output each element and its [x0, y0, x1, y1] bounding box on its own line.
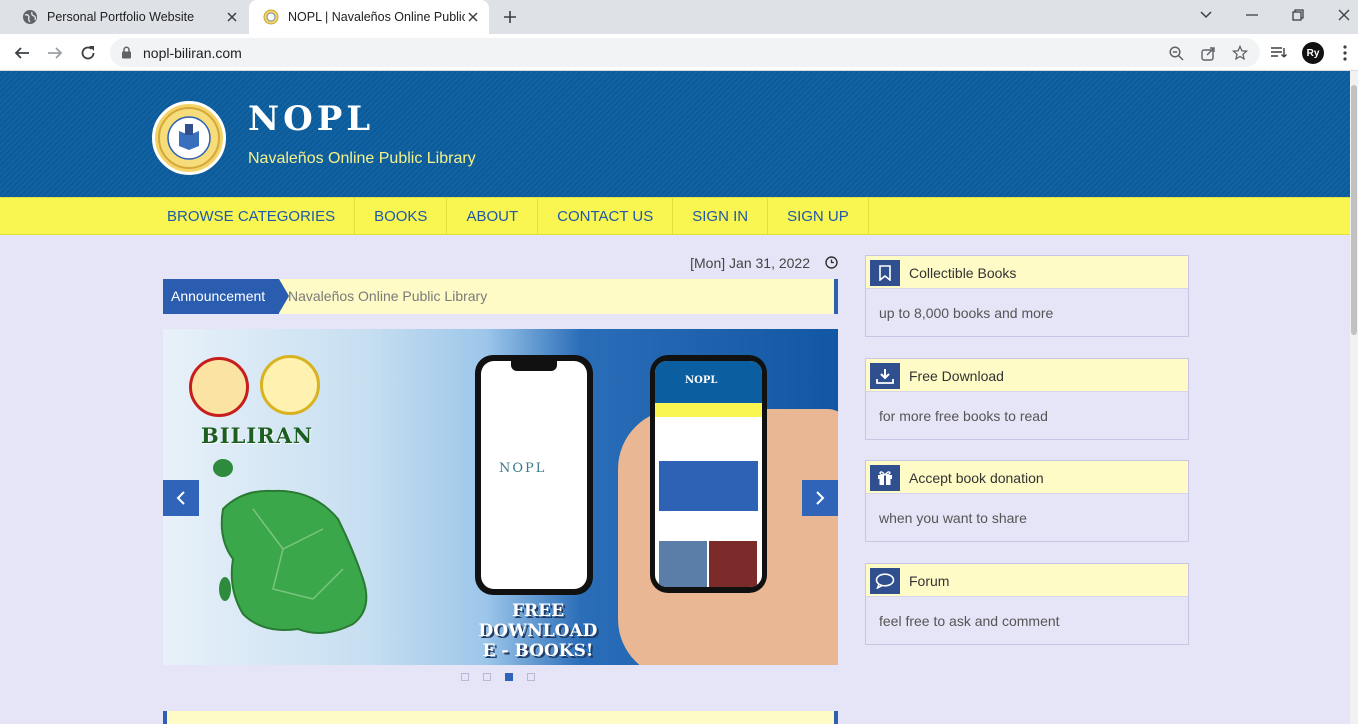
scrollbar-thumb[interactable]: [1351, 85, 1357, 335]
chat-bubble-icon: [870, 568, 900, 594]
share-icon[interactable]: [1200, 45, 1216, 61]
date-row: [Mon] Jan 31, 2022: [163, 254, 838, 274]
back-arrow-icon[interactable]: [10, 41, 34, 65]
chevron-left-icon: [176, 491, 185, 505]
nav-browse-categories[interactable]: BROWSE CATEGORIES: [157, 198, 356, 235]
slide-heading: BILIRAN: [201, 423, 314, 448]
close-tab-icon[interactable]: [465, 9, 481, 25]
slider-dots: [461, 673, 535, 681]
slider-prev-button[interactable]: [163, 480, 199, 516]
bookmark-star-icon[interactable]: [1232, 45, 1248, 61]
card-header: Accept book donation: [866, 461, 1188, 494]
image-slider[interactable]: BILIRAN NOPL NOPL FREE DOWNLOAD E - BOOK…: [163, 329, 838, 665]
close-tab-icon[interactable]: [224, 9, 240, 25]
phone-book-cover: [659, 541, 707, 587]
province-of-biliran-seal-icon: [189, 357, 249, 417]
tab-title: Personal Portfolio Website: [47, 10, 195, 24]
phone-banner: [659, 461, 758, 511]
gift-icon: [870, 465, 900, 491]
restore-icon[interactable]: [1285, 4, 1311, 26]
announcement-label: Announcement: [163, 279, 289, 314]
phone-site-title: NOPL: [655, 361, 762, 403]
slider-dot[interactable]: [461, 673, 469, 681]
announcement-text[interactable]: Navaleños Online Public Library: [288, 279, 487, 314]
slide-caption: FREE DOWNLOAD E - BOOKS!: [453, 601, 623, 661]
close-window-icon[interactable]: [1331, 4, 1357, 26]
browser-tab-strip: Personal Portfolio Website NOPL | Navale…: [0, 0, 1358, 34]
slider-dot-active[interactable]: [505, 673, 513, 681]
phone-screen: NOPL: [655, 361, 762, 587]
kebab-menu-icon[interactable]: [1336, 44, 1354, 62]
nav-books[interactable]: BOOKS: [355, 198, 448, 235]
nopl-seal-icon: [263, 9, 279, 25]
nopl-seal-icon: [158, 107, 220, 169]
nopl-logo[interactable]: [152, 101, 226, 175]
card-header: Collectible Books: [866, 256, 1188, 289]
tab-title: NOPL | Navaleños Online Public Library: [288, 10, 465, 24]
current-date: [Mon] Jan 31, 2022: [690, 255, 810, 271]
main-nav: BROWSE CATEGORIES BOOKS ABOUT CONTACT US…: [0, 197, 1350, 235]
phone-notch: [511, 361, 557, 371]
tab-search-chevron-down-icon[interactable]: [1193, 4, 1219, 26]
phone-screen: NOPL: [481, 361, 587, 589]
slider-dot[interactable]: [483, 673, 491, 681]
omnibox[interactable]: nopl-biliran.com: [110, 38, 1260, 67]
slider-next-button[interactable]: [802, 480, 838, 516]
card-header: Forum: [866, 564, 1188, 597]
card-accept-book-donation[interactable]: Accept book donation when you want to sh…: [865, 460, 1189, 542]
url-text: nopl-biliran.com: [143, 45, 242, 61]
phone-mockup-left: NOPL: [475, 355, 593, 595]
nav-sign-up[interactable]: SIGN UP: [768, 198, 869, 235]
profile-avatar[interactable]: Ry: [1302, 42, 1324, 64]
card-title: Accept book donation: [909, 470, 1044, 486]
phone-nav: [655, 403, 762, 417]
globe-icon: [22, 9, 38, 25]
card-description: feel free to ask and comment: [879, 613, 1060, 629]
card-description: up to 8,000 books and more: [879, 305, 1054, 321]
nav-contact-us[interactable]: CONTACT US: [538, 198, 674, 235]
card-description: for more free books to read: [879, 408, 1048, 424]
nav-about[interactable]: ABOUT: [447, 198, 539, 235]
municipality-of-naval-seal-icon: [260, 355, 320, 415]
biliran-map-icon: [213, 459, 368, 634]
announcement-bar: Announcement Navaleños Online Public Lib…: [163, 279, 838, 314]
tab-nopl[interactable]: NOPL | Navaleños Online Public Library: [249, 0, 489, 34]
lock-icon[interactable]: [121, 46, 132, 64]
card-forum[interactable]: Forum feel free to ask and comment: [865, 563, 1189, 645]
card-title: Forum: [909, 573, 950, 589]
tab-personal-portfolio[interactable]: Personal Portfolio Website: [8, 0, 248, 34]
page-scrollbar[interactable]: [1350, 71, 1358, 724]
card-title: Free Download: [909, 368, 1004, 384]
phone-book-cover: [709, 541, 757, 587]
reload-icon[interactable]: [76, 41, 100, 65]
chevron-right-icon: [816, 491, 825, 505]
address-bar: nopl-biliran.com Ry: [0, 34, 1358, 71]
slider-dot[interactable]: [527, 673, 535, 681]
card-title: Collectible Books: [909, 265, 1017, 281]
slide-caption-line1: FREE DOWNLOAD: [478, 601, 598, 641]
reading-list-icon[interactable]: [1270, 44, 1288, 62]
minimize-icon[interactable]: [1239, 4, 1265, 26]
nav-sign-in[interactable]: SIGN IN: [673, 198, 769, 235]
site-header: NOPL Navaleños Online Public Library: [0, 71, 1350, 197]
bookmark-icon: [870, 260, 900, 286]
slide-caption-line2: E - BOOKS!: [482, 641, 594, 661]
zoom-icon[interactable]: [1168, 45, 1184, 61]
site-title: NOPL: [248, 99, 375, 139]
page-viewport: NOPL Navaleños Online Public Library BRO…: [0, 71, 1350, 724]
phone-nopl-logo: NOPL: [499, 461, 547, 476]
card-description: when you want to share: [879, 510, 1027, 526]
card-header: Free Download: [866, 359, 1188, 392]
site-subtitle: Navaleños Online Public Library: [248, 150, 476, 167]
clock-icon: [825, 256, 838, 272]
books-section-box: [163, 711, 838, 724]
new-tab-icon[interactable]: [499, 6, 521, 28]
phone-mockup-right: NOPL: [650, 355, 767, 593]
card-free-download[interactable]: Free Download for more free books to rea…: [865, 358, 1189, 440]
download-icon: [870, 363, 900, 389]
forward-arrow-icon[interactable]: [43, 41, 67, 65]
card-collectible-books[interactable]: Collectible Books up to 8,000 books and …: [865, 255, 1189, 337]
